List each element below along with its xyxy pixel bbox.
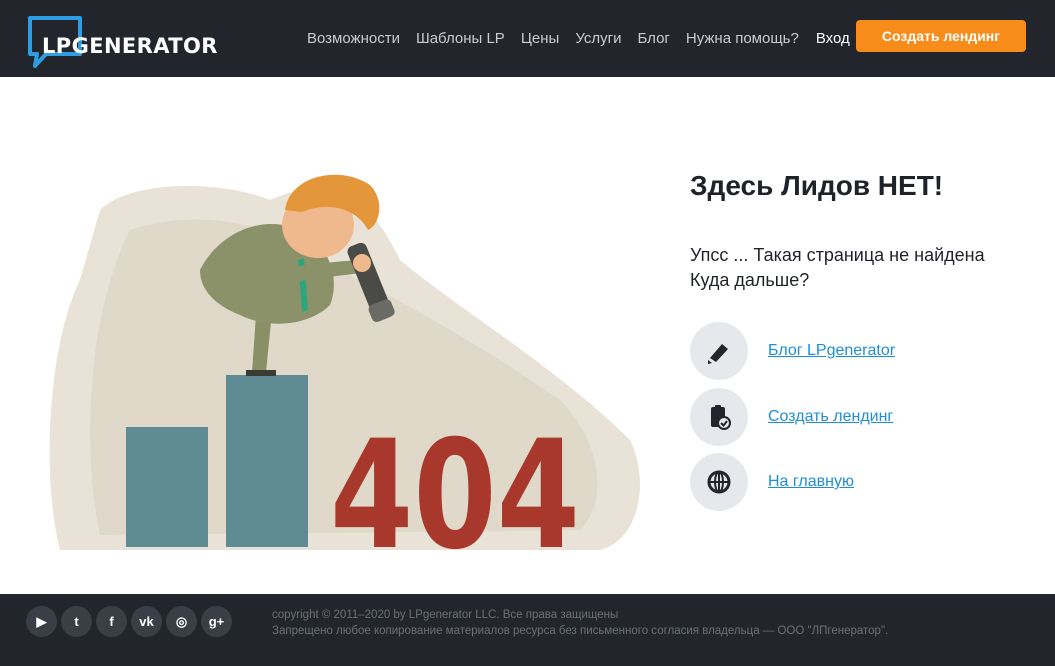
create-landing-button[interactable]: Создать лендинг	[856, 20, 1026, 52]
vk-icon[interactable]: vk	[131, 606, 162, 637]
bar-tall	[226, 375, 308, 547]
blog-link[interactable]: Блог LPgenerator	[768, 342, 895, 360]
youtube-icon[interactable]: ▶	[26, 606, 57, 637]
copying-notice: Запрещено любое копирование материалов р…	[272, 625, 889, 637]
bar-short	[126, 427, 208, 547]
copyright-line: copyright © 2011–2020 by LPgenerator LLC…	[272, 609, 619, 621]
home-link[interactable]: На главную	[768, 473, 854, 491]
globe-icon	[690, 453, 748, 511]
error-illustration: 404	[40, 140, 660, 583]
facebook-icon[interactable]: f	[96, 606, 127, 637]
site-header: LPGENERATOR Возможности Шаблоны LP Цены …	[0, 0, 1055, 77]
googleplus-icon[interactable]: g+	[201, 606, 232, 637]
error-code: 404	[330, 409, 580, 570]
nav-item-help[interactable]: Нужна помощь?	[686, 30, 799, 47]
blog-link-row[interactable]: Блог LPgenerator	[690, 322, 895, 380]
nav-item-templates[interactable]: Шаблоны LP	[416, 30, 505, 47]
page-title: Здесь Лидов НЕТ!	[690, 170, 944, 201]
twitter-icon[interactable]: t	[61, 606, 92, 637]
nav-item-prices[interactable]: Цены	[521, 30, 560, 47]
not-found-message: Упсс ... Такая страница не найдена	[690, 245, 985, 265]
home-link-row[interactable]: На главную	[690, 453, 854, 511]
page-subtitle: Упсс ... Такая страница не найдена Куда …	[690, 243, 985, 293]
instagram-icon[interactable]: ◎	[166, 606, 197, 637]
site-footer: ▶ t f vk ◎ g+ copyright © 2011–2020 by L…	[0, 594, 1055, 666]
create-landing-link[interactable]: Создать лендинг	[768, 408, 893, 426]
pencil-icon	[690, 322, 748, 380]
main-nav: Возможности Шаблоны LP Цены Услуги Блог …	[307, 0, 850, 77]
login-link[interactable]: Вход	[816, 30, 850, 47]
nav-item-services[interactable]: Услуги	[575, 30, 621, 47]
where-next-message: Куда дальше?	[690, 270, 810, 290]
nav-item-blog[interactable]: Блог	[637, 30, 669, 47]
logo[interactable]: LPGENERATOR	[26, 14, 218, 70]
copyright-text: copyright © 2011–2020 by LPgenerator LLC…	[272, 607, 888, 639]
logo-text: LPGENERATOR	[42, 34, 218, 58]
create-landing-link-row[interactable]: Создать лендинг	[690, 388, 893, 446]
social-links: ▶ t f vk ◎ g+	[26, 606, 236, 637]
clipboard-check-icon	[690, 388, 748, 446]
nav-item-features[interactable]: Возможности	[307, 30, 400, 47]
